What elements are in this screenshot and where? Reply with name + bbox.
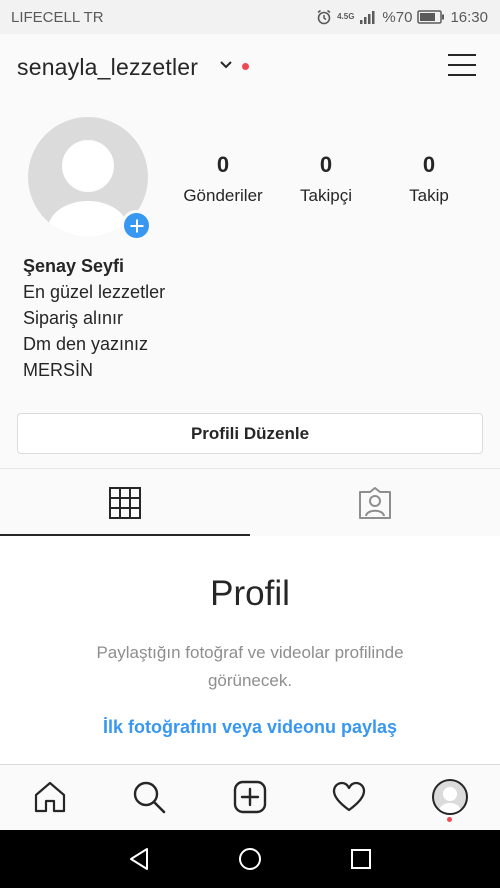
bio-line: Dm den yazınız	[23, 334, 149, 354]
stat-following[interactable]: 0 Takip	[374, 152, 484, 206]
status-bar: LIFECELL TR 4.5G %70 16:30	[0, 0, 500, 34]
alarm-icon	[317, 9, 331, 25]
recents-button[interactable]	[346, 844, 376, 874]
bio-line: Sipariş alınır	[23, 308, 124, 328]
system-navigation-bar	[0, 830, 500, 888]
profile-section: 0 Gönderiler 0 Takipçi 0 Takip Şenay Sey…	[0, 100, 500, 468]
bio-line: En güzel lezzetler	[23, 282, 166, 302]
grid-icon	[109, 486, 141, 519]
tab-tagged[interactable]	[250, 469, 500, 536]
add-post-icon	[233, 780, 267, 814]
content-tabs	[0, 468, 500, 536]
following-count: 0	[422, 152, 436, 177]
battery-icon	[417, 10, 445, 24]
bottom-navigation	[0, 764, 500, 830]
profile-avatar-small	[432, 779, 468, 815]
back-button[interactable]	[124, 844, 154, 874]
home-button[interactable]	[235, 844, 265, 874]
home-circle-icon	[239, 848, 261, 870]
nav-add-post[interactable]	[228, 775, 272, 819]
profile-bio: Şenay Seyfi En güzel lezzetler Sipariş a…	[23, 253, 165, 383]
home-icon	[34, 781, 66, 813]
stat-followers[interactable]: 0 Takipçi	[271, 152, 381, 206]
app-screen: LIFECELL TR 4.5G %70 16:30 senayla_lezze…	[0, 0, 500, 888]
tagged-icon	[359, 486, 391, 519]
nav-profile[interactable]	[428, 775, 472, 819]
profile-notification-dot	[447, 817, 452, 822]
followers-count: 0	[319, 152, 333, 177]
edit-profile-button[interactable]: Profili Düzenle	[17, 413, 483, 454]
profile-header: senayla_lezzetler	[0, 34, 500, 100]
display-name: Şenay Seyfi	[23, 256, 125, 276]
empty-state: Profil Paylaştığın fotoğraf ve videolar …	[0, 536, 500, 764]
clock: 16:30	[450, 8, 488, 26]
posts-label: Gönderiler	[183, 186, 263, 205]
account-switcher-username[interactable]: senayla_lezzetler	[17, 54, 198, 81]
following-label: Takip	[409, 186, 449, 205]
signal-icon	[360, 11, 375, 24]
add-story-button[interactable]	[121, 210, 152, 241]
posts-count: 0	[216, 152, 230, 177]
empty-title: Profil	[210, 574, 290, 613]
bio-line: MERSİN	[23, 360, 94, 380]
default-avatar-icon	[439, 787, 461, 813]
carrier-label: LIFECELL TR	[11, 8, 104, 26]
tab-grid[interactable]	[0, 469, 250, 536]
heart-icon	[332, 781, 366, 812]
search-icon	[133, 781, 166, 814]
recents-square-icon	[351, 849, 371, 869]
battery-percent: %70	[382, 8, 413, 26]
status-indicators: 4.5G %70 16:30	[316, 9, 488, 26]
nav-home[interactable]	[28, 775, 72, 819]
nav-activity[interactable]	[327, 775, 371, 819]
notification-dot	[242, 63, 249, 70]
hamburger-menu-icon[interactable]	[446, 50, 480, 80]
network-type: 4.5G	[337, 12, 355, 21]
empty-description: Paylaştığın fotoğraf ve videolar profili…	[96, 643, 404, 690]
chevron-down-icon[interactable]	[219, 59, 233, 71]
stat-posts[interactable]: 0 Gönderiler	[168, 152, 278, 206]
followers-label: Takipçi	[300, 186, 352, 205]
share-first-post-link[interactable]: İlk fotoğrafını veya videonu paylaş	[0, 717, 500, 738]
back-triangle-icon	[130, 848, 148, 870]
nav-search[interactable]	[127, 775, 171, 819]
